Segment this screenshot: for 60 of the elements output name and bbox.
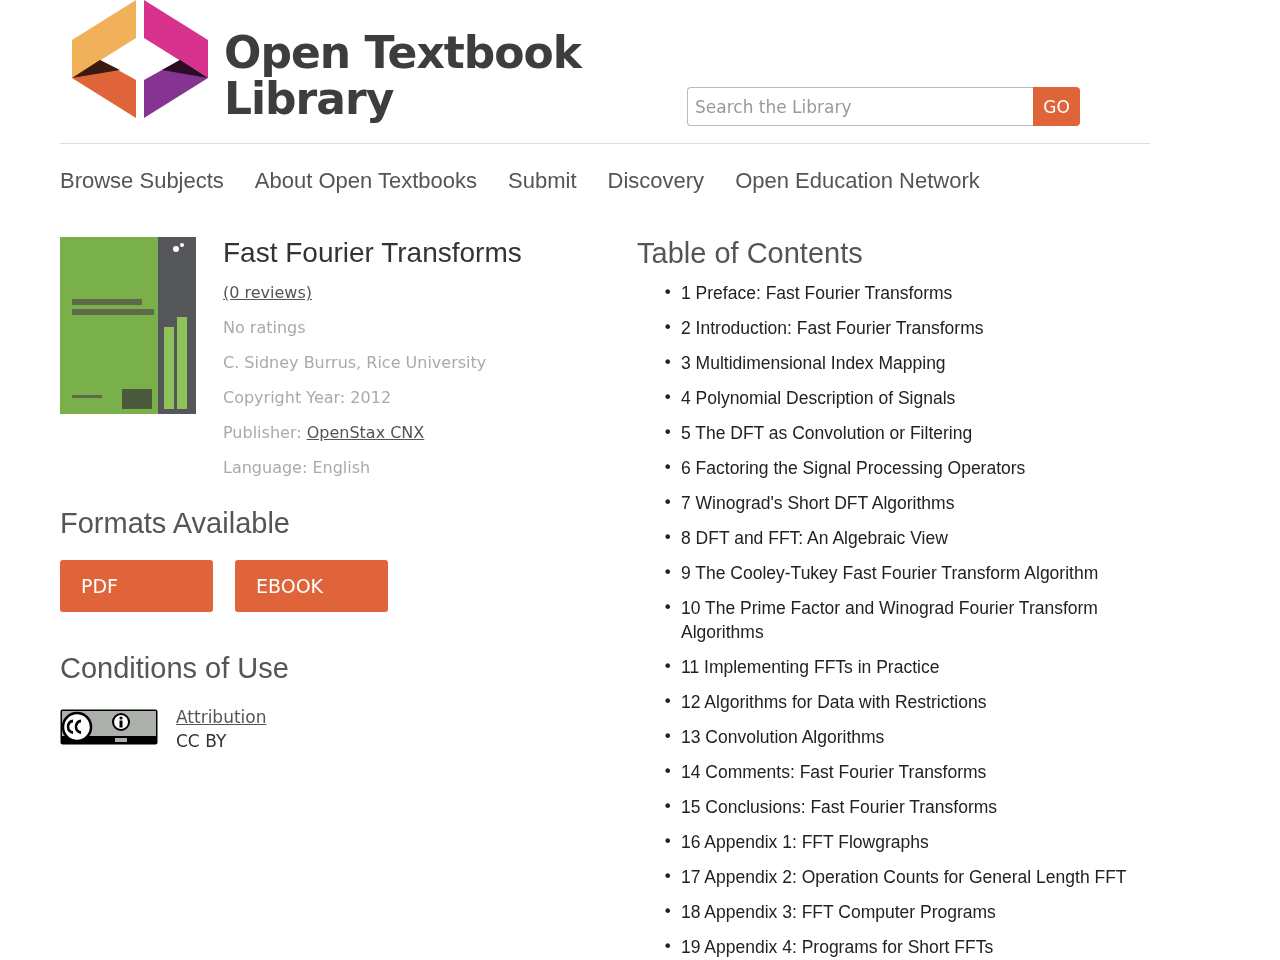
reviews-link[interactable]: (0 reviews) — [223, 283, 312, 302]
toc-heading: Table of Contents — [637, 237, 864, 270]
list-bullet: • — [663, 726, 669, 748]
list-bullet: • — [663, 387, 669, 409]
copyright-text: Copyright Year: 2012 — [223, 387, 393, 409]
nav-link[interactable]: Discovery — [607, 168, 705, 194]
toc-item: 4 Polynomial Description of Signals — [681, 387, 956, 410]
toc-item: 12 Algorithms for Data with Restrictions — [681, 691, 987, 714]
list-bullet: • — [663, 866, 669, 888]
nav-link[interactable]: Browse Subjects — [60, 168, 224, 194]
toc-item: 5 The DFT as Convolution or Filtering — [681, 422, 973, 445]
toc-item: 2 Introduction: Fast Fourier Transforms — [681, 317, 984, 340]
language-text: Language: English — [223, 457, 372, 479]
ratings-text: No ratings — [223, 317, 307, 339]
toc-item: 1 Preface: Fast Fourier Transforms — [681, 282, 953, 305]
list-bullet: • — [663, 656, 669, 678]
list-bullet: • — [663, 282, 669, 304]
list-bullet: • — [663, 492, 669, 514]
toc-item: 11 Implementing FFTs in Practice — [681, 656, 940, 679]
toc-item: 3 Multidimensional Index Mapping — [681, 352, 946, 375]
license-link[interactable]: Attribution — [176, 705, 267, 729]
list-bullet: • — [663, 796, 669, 818]
list-bullet: • — [663, 761, 669, 783]
license-badge-icon — [60, 709, 158, 745]
nav-link[interactable]: About Open Textbooks — [254, 168, 478, 194]
toc-item: 17 Appendix 2: Operation Counts for General Length FFT — [681, 866, 1127, 889]
nav-link[interactable]: Submit — [508, 168, 577, 194]
nav-link[interactable]: Open Education Network — [735, 168, 980, 194]
list-bullet: • — [663, 597, 669, 619]
toc-item: 10 The Prime Factor and Winograd Fourier Transform Algorithms — [681, 597, 1099, 644]
list-bullet: • — [663, 422, 669, 444]
list-bullet: • — [663, 352, 669, 374]
publisher-label: Publisher: — [223, 423, 302, 442]
list-bullet: • — [663, 936, 669, 958]
toc-item: 7 Winograd's Short DFT Algorithms — [681, 492, 955, 515]
license-text: CC BY — [176, 730, 228, 753]
toc-item: 6 Factoring the Signal Processing Operators — [681, 457, 1026, 480]
toc-item: 8 DFT and FFT: An Algebraic View — [681, 527, 948, 550]
toc-item: 16 Appendix 1: FFT Flowgraphs — [681, 831, 929, 854]
section-heading: Conditions of Use — [60, 652, 290, 685]
logo-text: Library — [224, 76, 395, 122]
toc-item: 15 Conclusions: Fast Fourier Transforms — [681, 796, 998, 819]
list-bullet: • — [663, 562, 669, 584]
list-bullet: • — [663, 831, 669, 853]
list-bullet: • — [663, 691, 669, 713]
toc-item: 19 Appendix 4: Programs for Short FFTs — [681, 936, 994, 959]
toc-item: 14 Comments: Fast Fourier Transforms — [681, 761, 987, 784]
book-title: Fast Fourier Transforms — [223, 237, 522, 269]
publisher-link[interactable]: OpenStax CNX — [306, 423, 425, 442]
list-bullet: • — [663, 317, 669, 339]
list-bullet: • — [663, 901, 669, 923]
toc-item: 9 The Cooley-Tukey Fast Fourier Transform Algorithm — [681, 562, 1099, 585]
author-text: C. Sidney Burrus, Rice University — [223, 352, 488, 374]
toc-item: 13 Convolution Algorithms — [681, 726, 885, 749]
list-bullet: • — [663, 527, 669, 549]
toc-item: 18 Appendix 3: FFT Computer Programs — [681, 901, 996, 924]
section-heading: Formats Available — [60, 507, 291, 540]
search-field[interactable]: Search the Library — [687, 87, 1033, 126]
logo-text: Open Textbook — [224, 30, 582, 76]
list-bullet: • — [663, 457, 669, 479]
